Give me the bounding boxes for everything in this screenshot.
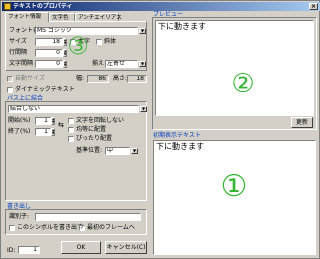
- dynamic-text-label: ダイナミックテキスト: [15, 86, 75, 93]
- base-label: 基準位置:: [76, 147, 103, 154]
- app-icon: [4, 3, 11, 10]
- properties-window: テキストのプロパティ × フォント情報 文字色 アンチエイリアス フォント名: …: [0, 0, 320, 259]
- window-title: テキストのプロパティ: [13, 3, 73, 10]
- title-bar[interactable]: テキストのプロパティ ×: [2, 2, 320, 11]
- fit-label: ぴったり配置: [76, 135, 113, 142]
- preview-text: 下に動きます: [158, 22, 206, 31]
- chevron-down-icon[interactable]: ▼: [139, 28, 146, 34]
- even-label: 均等に配置: [76, 126, 107, 133]
- height-value: 18: [127, 75, 147, 83]
- id-input[interactable]: 1: [18, 246, 40, 254]
- identifier-input[interactable]: [35, 213, 141, 221]
- initial-text-area[interactable]: 下に動きます ①: [153, 140, 316, 255]
- initial-text-title: 初期表示テキスト: [153, 132, 201, 139]
- char-spacing-label: 文字間隔: [9, 60, 34, 67]
- char-spacing-stepper[interactable]: ▲ ▼: [63, 60, 67, 68]
- end-label: 終了(%): [8, 128, 31, 135]
- start-stepper[interactable]: ▲ ▼: [51, 117, 55, 125]
- size-input[interactable]: 18: [35, 38, 63, 46]
- width-label: 幅:: [76, 75, 85, 82]
- close-button[interactable]: ×: [309, 3, 318, 10]
- chevron-down-icon[interactable]: ▼: [139, 61, 146, 67]
- first-frame-checkbox[interactable]: ✓: [79, 225, 85, 231]
- line-spacing-label: 行間隔: [9, 49, 28, 56]
- line-spacing-input[interactable]: 0: [35, 49, 63, 57]
- size-label: サイズ: [9, 38, 27, 45]
- first-frame-label: 最初のフレームへ: [87, 224, 135, 231]
- no-rotate-checkbox[interactable]: [68, 118, 74, 124]
- no-rotate-label: 文字を回転しない: [76, 117, 125, 124]
- height-label: 高さ:: [113, 75, 128, 82]
- width-value: 86: [87, 75, 109, 83]
- identifier-label: 識別子:: [9, 213, 30, 220]
- align-label: 揃え: [92, 60, 105, 67]
- char-spacing-input[interactable]: 0: [35, 60, 63, 68]
- italic-checkbox[interactable]: [96, 39, 102, 45]
- chevron-down-icon[interactable]: ▼: [140, 106, 147, 112]
- preview-area: 下に動きます ②: [155, 20, 314, 116]
- even-checkbox[interactable]: [68, 127, 74, 133]
- annotation-two: ②: [231, 69, 255, 99]
- link-icon[interactable]: ⇆: [58, 122, 64, 129]
- path-bind-select[interactable]: 結合しない: [8, 105, 139, 113]
- chevron-down-icon[interactable]: ▼: [131, 148, 138, 154]
- export-symbol-label: このシンボルを書き出す: [17, 224, 84, 231]
- font-panel: フォント名: MS ゴシック ▼ サイズ 18 ▲ ▼ 太字 斜体 行間隔 0 ▲…: [5, 21, 147, 71]
- align-select[interactable]: 左寄せ: [105, 60, 138, 68]
- start-input[interactable]: 1: [35, 117, 51, 125]
- base-select[interactable]: 中: [105, 147, 130, 155]
- start-label: 開始(%): [8, 117, 31, 124]
- end-stepper[interactable]: ▲ ▼: [51, 128, 55, 136]
- auto-size-checkbox: [7, 76, 13, 82]
- annotation-three: ③: [67, 32, 89, 60]
- fit-checkbox[interactable]: [68, 136, 74, 142]
- update-button[interactable]: 更新: [291, 117, 313, 128]
- initial-text-value: 下に動きます: [156, 142, 204, 151]
- annotation-one: ①: [220, 169, 248, 204]
- cancel-button[interactable]: キャンセル(C): [105, 241, 147, 254]
- end-input[interactable]: 1: [35, 128, 51, 136]
- italic-label: 斜体: [104, 38, 117, 45]
- ok-button[interactable]: OK: [61, 241, 101, 254]
- auto-size-label: 自動サイズ: [15, 75, 45, 82]
- id-label: ID:: [7, 247, 16, 254]
- export-symbol-checkbox[interactable]: [9, 225, 15, 231]
- tab-font-info[interactable]: フォント情報: [5, 12, 49, 22]
- dynamic-text-checkbox[interactable]: [7, 87, 13, 93]
